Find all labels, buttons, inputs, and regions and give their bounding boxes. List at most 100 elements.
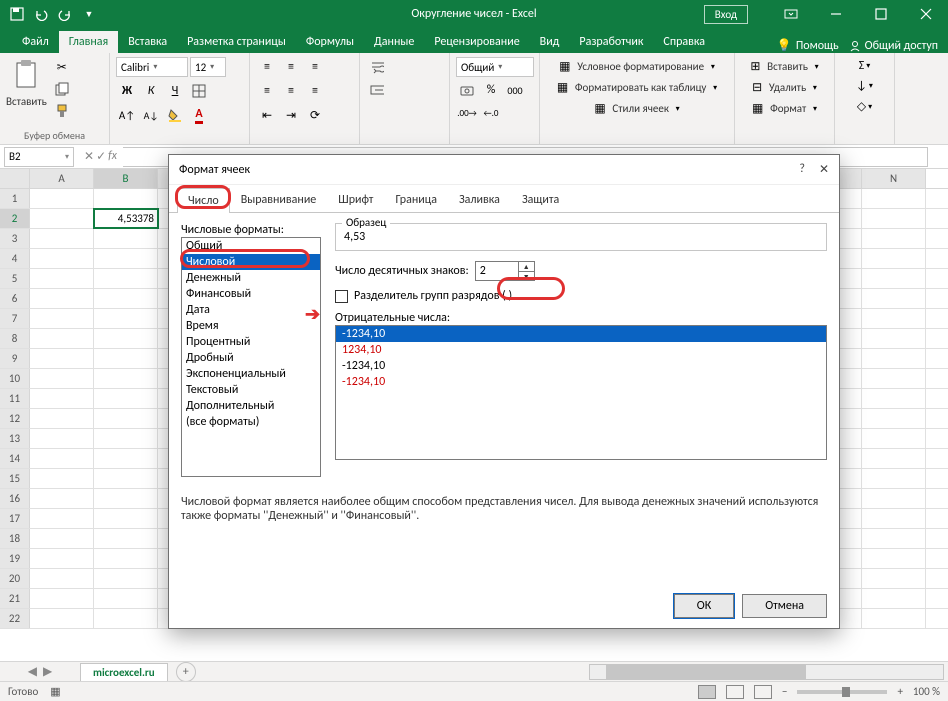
cell[interactable] [94,389,158,408]
dialog-tab-number[interactable]: Число [177,188,230,213]
cell[interactable] [30,249,94,268]
negative-number-item[interactable]: -1234,10 [336,326,826,342]
cell[interactable] [862,429,926,448]
cell-styles-button[interactable]: ▦ Стили ячеек ▾ [546,99,728,118]
cell[interactable] [30,209,94,228]
autosum-icon[interactable]: Σ ▾ [841,57,888,75]
cell[interactable] [862,249,926,268]
number-formats-list[interactable]: ОбщийЧисловойДенежныйФинансовыйДатаВремя… [181,237,321,477]
row-head[interactable]: 22 [0,609,30,628]
cancel-formula-icon[interactable]: ✕ [84,149,94,164]
thousands-separator-checkbox[interactable] [335,290,348,303]
prev-sheet-icon[interactable]: ◀ [28,664,37,679]
cell[interactable] [30,409,94,428]
negative-numbers-list[interactable]: -1234,101234,10-1234,10-1234,10 [335,325,827,460]
decrease-indent-icon[interactable]: ⇤ [256,105,278,125]
fill-color-icon[interactable] [164,105,186,125]
number-format-combo[interactable]: Общий▾ [456,57,534,77]
align-center-icon[interactable]: ≡ [280,81,302,101]
col-b[interactable]: B [94,169,158,188]
row-head[interactable]: 12 [0,409,30,428]
macro-record-icon[interactable]: ▦ [50,685,60,698]
tab-home[interactable]: Главная [59,31,118,53]
cell[interactable] [30,589,94,608]
name-box[interactable]: B2▾ [4,147,74,167]
row-head[interactable]: 1 [0,189,30,208]
cell[interactable] [94,229,158,248]
cell[interactable]: 4,53378 [94,209,158,228]
delete-cells-button[interactable]: ⊟ Удалить ▾ [741,78,828,97]
negative-number-item[interactable]: -1234,10 [336,374,826,390]
cell[interactable] [30,329,94,348]
spinner-down-icon[interactable]: ▼ [519,272,534,281]
redo-icon[interactable] [54,3,76,25]
format-item[interactable]: Процентный [182,334,320,350]
clear-icon[interactable]: ◇ ▾ [841,97,888,116]
negative-number-item[interactable]: 1234,10 [336,342,826,358]
add-sheet-button[interactable]: + [176,662,196,682]
cell[interactable] [862,589,926,608]
dialog-tab-font[interactable]: Шрифт [327,187,384,212]
comma-icon[interactable]: 000 [504,80,526,100]
fx-icon[interactable]: fx [108,149,117,164]
tab-help[interactable]: Справка [653,31,715,53]
zoom-out-icon[interactable]: − [782,685,787,698]
col-n[interactable]: N [862,169,926,188]
cell[interactable] [862,529,926,548]
align-bottom-icon[interactable]: ≡ [304,57,326,77]
format-item[interactable]: Дата [182,302,320,318]
row-head[interactable]: 20 [0,569,30,588]
dialog-close-icon[interactable]: ✕ [819,162,829,177]
align-middle-icon[interactable]: ≡ [280,57,302,77]
format-painter-icon[interactable] [51,101,73,121]
row-head[interactable]: 7 [0,309,30,328]
cell[interactable] [862,509,926,528]
spinner-up-icon[interactable]: ▲ [519,262,534,272]
italic-button[interactable]: К [140,81,162,101]
cell[interactable] [30,549,94,568]
cell[interactable] [862,449,926,468]
row-head[interactable]: 10 [0,369,30,388]
view-page-layout-icon[interactable] [726,685,744,699]
cell[interactable] [30,469,94,488]
percent-icon[interactable]: % [480,80,502,100]
decrease-font-icon[interactable]: A↓ [140,105,162,125]
cell[interactable] [94,449,158,468]
row-head[interactable]: 3 [0,229,30,248]
cell[interactable] [862,349,926,368]
cell[interactable] [94,329,158,348]
row-head[interactable]: 17 [0,509,30,528]
next-sheet-icon[interactable]: ▶ [43,664,52,679]
format-item[interactable]: Денежный [182,270,320,286]
cell[interactable] [862,189,926,208]
cancel-button[interactable]: Отмена [742,594,827,618]
cell[interactable] [862,409,926,428]
align-right-icon[interactable]: ≡ [304,81,326,101]
decrease-decimal-icon[interactable]: ←.0 [480,103,502,123]
cell[interactable] [862,609,926,628]
zoom-slider[interactable] [797,690,887,694]
cut-icon[interactable]: ✂ [51,57,73,77]
tab-formulas[interactable]: Формулы [296,31,364,53]
row-head[interactable]: 16 [0,489,30,508]
horizontal-scrollbar[interactable] [589,664,944,680]
tab-file[interactable]: Файл [12,31,59,53]
col-a[interactable]: A [30,169,94,188]
dialog-help-icon[interactable]: ? [799,162,805,177]
cell[interactable] [94,289,158,308]
fill-icon[interactable]: ↓ ▾ [841,77,888,95]
copy-icon[interactable] [51,79,73,99]
cell[interactable] [94,269,158,288]
cell[interactable] [94,489,158,508]
maximize-icon[interactable] [858,0,903,28]
row-head[interactable]: 5 [0,269,30,288]
cell[interactable] [30,289,94,308]
format-item[interactable]: Экспоненциальный [182,366,320,382]
row-head[interactable]: 4 [0,249,30,268]
negative-number-item[interactable]: -1234,10 [336,358,826,374]
format-cells-button[interactable]: ▦ Формат ▾ [741,99,828,118]
share-button[interactable]: Общий доступ [849,39,938,53]
zoom-level[interactable]: 100 % [913,685,940,698]
dialog-tab-border[interactable]: Граница [384,187,448,212]
cell[interactable] [862,569,926,588]
